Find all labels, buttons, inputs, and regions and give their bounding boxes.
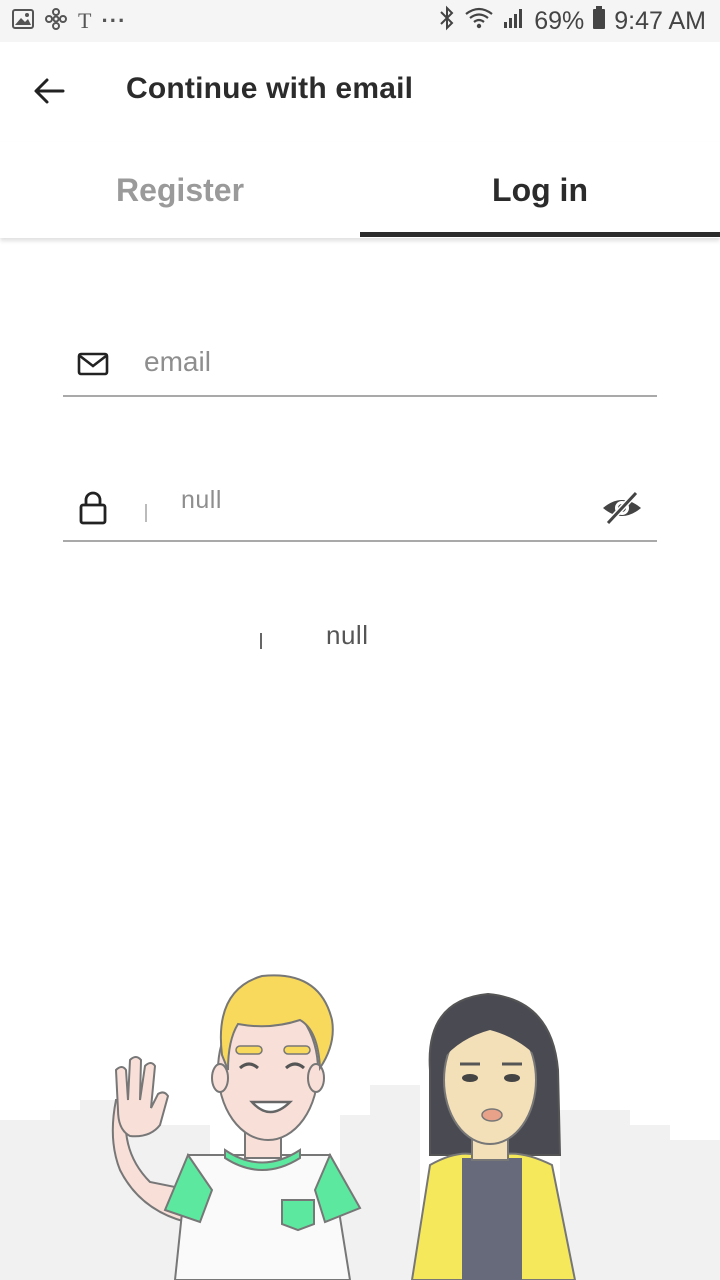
battery-percent: 69% — [534, 6, 585, 35]
auth-tabs: Register Log in — [0, 142, 720, 238]
battery-icon — [592, 5, 606, 37]
page-title: Continue with email — [126, 72, 414, 105]
welcome-illustration — [0, 960, 720, 1280]
back-button[interactable] — [26, 68, 72, 114]
image-icon — [12, 8, 34, 34]
woman-figure — [410, 992, 577, 1280]
arrow-left-icon — [34, 78, 65, 104]
notification-icons: T ··· — [12, 7, 127, 36]
toggle-password-visibility-button[interactable] — [599, 488, 645, 528]
wifi-icon — [464, 6, 494, 37]
system-icons: 69% 9:47 AM — [438, 5, 706, 38]
password-field[interactable]: null — [63, 474, 657, 542]
submit-caret — [260, 633, 262, 649]
active-tab-indicator — [360, 232, 720, 237]
more-dots-icon: ··· — [101, 8, 127, 33]
status-bar: T ··· 69% 9:47 AM — [0, 0, 720, 42]
fan-icon — [44, 7, 68, 36]
email-field[interactable]: email — [63, 330, 657, 397]
mail-icon — [77, 348, 109, 380]
t-icon: T — [78, 8, 92, 33]
password-value: null — [181, 486, 222, 514]
lock-icon — [77, 490, 109, 525]
login-submit-button[interactable]: null — [326, 620, 368, 651]
tab-register[interactable]: Register — [0, 142, 360, 238]
app-bar: Continue with email — [0, 42, 720, 142]
clock: 9:47 AM — [614, 6, 706, 35]
text-caret — [145, 504, 147, 522]
eye-off-icon — [603, 490, 641, 526]
email-placeholder: email — [144, 346, 211, 377]
signal-icon — [502, 6, 526, 37]
city-skyline — [0, 1085, 720, 1280]
tab-login[interactable]: Log in — [360, 142, 720, 238]
bluetooth-icon — [438, 5, 456, 38]
